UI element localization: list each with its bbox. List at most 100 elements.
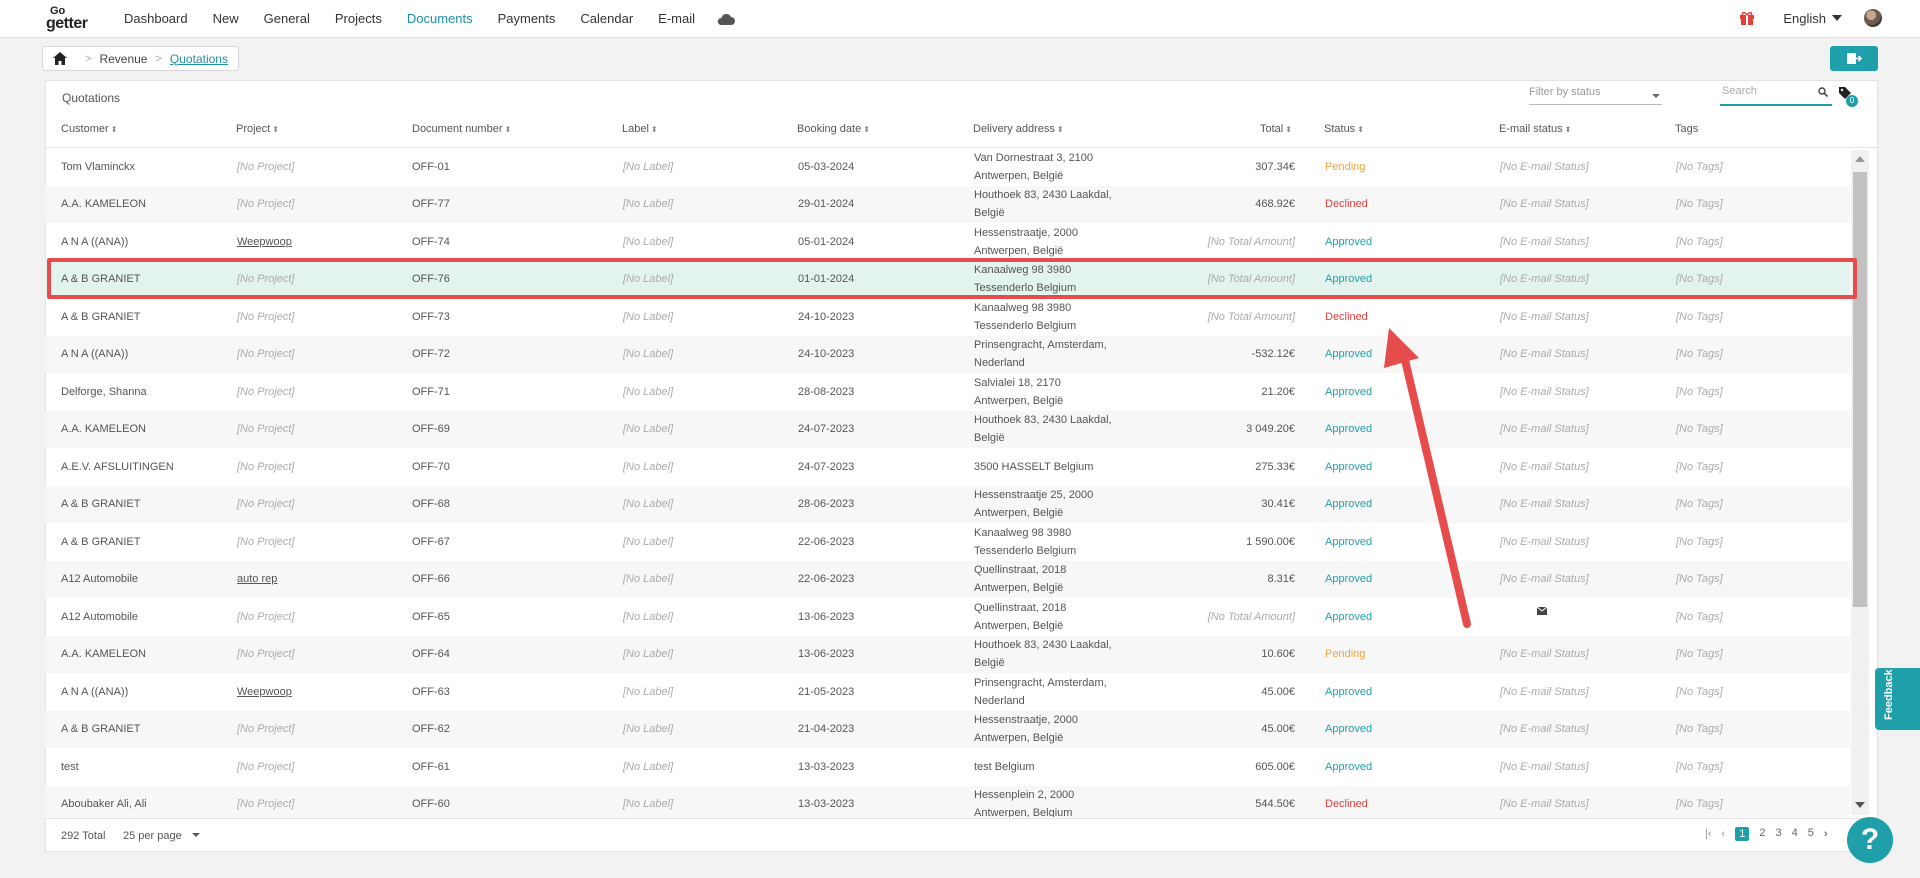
nav-item-calendar[interactable]: Calendar <box>580 11 633 26</box>
page-number[interactable]: 3 <box>1775 827 1781 841</box>
customer-value: A.A. KAMELEON <box>61 648 146 661</box>
column-header-project[interactable]: Project ⬍ <box>236 123 279 135</box>
project-link[interactable]: auto rep <box>237 573 277 585</box>
table-row[interactable]: A & B GRANIET [No Project] OFF-67 [No Label… <box>45 523 1850 561</box>
column-header-tags[interactable]: Tags <box>1675 123 1698 135</box>
tags-value: [No Tags] <box>1676 648 1723 661</box>
cell-total: 45.00€ <box>1165 673 1295 711</box>
new-document-button[interactable] <box>1830 46 1878 71</box>
delivery-address-line: Hessenstraatje 25, 2000 <box>974 489 1094 502</box>
table-row[interactable]: Aboubaker Ali, Ali [No Project] OFF-60 [No … <box>45 785 1850 818</box>
nav-item-payments[interactable]: Payments <box>498 11 556 26</box>
nav-item-dashboard[interactable]: Dashboard <box>124 11 188 26</box>
total-value: 3 049.20€ <box>1246 423 1295 436</box>
cell-docnum: OFF-71 <box>412 373 612 411</box>
status-value: Approved <box>1325 610 1373 623</box>
language-selector[interactable]: English <box>1783 11 1842 26</box>
table-row[interactable]: A.A. KAMELEON [No Project] OFF-77 [No Label… <box>45 185 1850 224</box>
page-number[interactable]: 2 <box>1759 827 1765 841</box>
next-page-icon[interactable]: › <box>1824 828 1828 840</box>
nav-item-documents[interactable]: Documents <box>407 11 473 26</box>
cell-tags: [No Tags] <box>1676 486 1826 524</box>
scroll-up-icon[interactable] <box>1855 156 1865 162</box>
cell-customer: A N A ((ANA)) <box>61 223 231 261</box>
user-avatar[interactable] <box>1864 9 1882 27</box>
table-row[interactable]: A & B GRANIET [No Project] OFF-73 [No Label… <box>45 298 1850 336</box>
column-header-email-status[interactable]: E-mail status ⬍ <box>1499 123 1571 135</box>
cell-project: [No Project] <box>237 336 407 374</box>
table-row[interactable]: A N A ((ANA)) Weepwoop OFF-63 [No Label] 21-… <box>45 673 1850 711</box>
table-row[interactable]: A12 Automobile auto rep OFF-66 [No Label] 22… <box>45 560 1850 599</box>
page-number[interactable]: 5 <box>1808 827 1814 841</box>
vertical-scrollbar[interactable] <box>1851 150 1869 815</box>
page-number[interactable]: 1 <box>1735 827 1750 841</box>
project-link[interactable]: Weepwoop <box>237 236 292 248</box>
column-header-customer[interactable]: Customer ⬍ <box>61 123 117 135</box>
table-row[interactable]: A & B GRANIET [No Project] OFF-68 [No Label… <box>45 485 1850 524</box>
gogetter-logo[interactable]: Go getter <box>42 4 102 34</box>
column-header-total[interactable]: Total ⬍ <box>1260 123 1292 135</box>
column-header-delivery-address[interactable]: Delivery address ⬍ <box>973 123 1064 135</box>
cell-total: 10.60€ <box>1165 636 1295 674</box>
feedback-tab[interactable]: Feedback <box>1875 668 1920 730</box>
language-label: English <box>1783 10 1826 26</box>
column-header-booking-date[interactable]: Booking date ⬍ <box>797 123 870 135</box>
table-row[interactable]: A.E.V. AFSLUITINGEN [No Project] OFF-70 [No… <box>45 448 1850 486</box>
status-filter-select[interactable]: Filter by status <box>1529 86 1662 105</box>
nav-item-general[interactable]: General <box>264 11 310 26</box>
nav-item-projects[interactable]: Projects <box>335 11 382 26</box>
project-value: [No Project] <box>237 723 295 736</box>
delivery-address-line: België <box>974 657 1005 670</box>
envelope-icon[interactable] <box>1537 607 1547 615</box>
tags-filter-button[interactable]: 0 <box>1838 86 1858 107</box>
gift-icon[interactable] <box>1739 10 1755 26</box>
search-icon[interactable] <box>1818 87 1828 97</box>
cell-addr: Hessenstraatje, 2000 Antwerpen, België <box>974 711 1174 749</box>
project-link[interactable]: Weepwoop <box>237 686 292 698</box>
nav-item-new[interactable]: New <box>213 11 239 26</box>
column-header-status[interactable]: Status ⬍ <box>1324 123 1364 135</box>
table-row[interactable]: A N A ((ANA)) Weepwoop OFF-74 [No Label] 05-… <box>45 223 1850 261</box>
column-header-label[interactable]: Label ⬍ <box>622 123 658 135</box>
cell-docnum: OFF-68 <box>412 486 612 524</box>
delivery-address-line: Houthoek 83, 2430 Laakdal, <box>974 189 1112 202</box>
table-row[interactable]: test [No Project] OFF-61 [No Label] 13-03-20… <box>45 748 1850 786</box>
table-row[interactable]: Tom Vlaminckx [No Project] OFF-01 [No Label… <box>45 148 1850 186</box>
delivery-address-line: Tessenderlo Belgium <box>974 544 1077 557</box>
total-value: [No Total Amount] <box>1207 310 1295 323</box>
cell-date: 28-08-2023 <box>798 373 968 411</box>
table-row[interactable]: A & B GRANIET [No Project] OFF-62 [No Label… <box>45 710 1850 749</box>
table-row[interactable]: A N A ((ANA)) [No Project] OFF-72 [No Label… <box>45 335 1850 374</box>
cell-docnum: OFF-62 <box>412 711 612 749</box>
previous-page-icon[interactable]: ‹ <box>1722 828 1726 840</box>
table-row[interactable]: A.A. KAMELEON [No Project] OFF-64 [No Label… <box>45 635 1850 674</box>
delivery-address-line: Antwerpen, België <box>974 169 1064 182</box>
per-page-label: 25 per page <box>123 830 182 842</box>
cloud-icon[interactable] <box>716 12 736 26</box>
label-value: [No Label] <box>623 160 674 173</box>
nav-item-e-mail[interactable]: E-mail <box>658 11 695 26</box>
cell-customer: A.A. KAMELEON <box>61 186 231 224</box>
breadcrumb-revenue[interactable]: Revenue <box>99 52 147 66</box>
help-button[interactable]: ? <box>1847 817 1893 863</box>
search-input[interactable]: Search <box>1720 85 1832 106</box>
per-page-select[interactable]: 25 per page <box>123 830 200 842</box>
tag-count-badge: 0 <box>1846 95 1858 107</box>
home-icon[interactable] <box>53 52 67 65</box>
cell-total: 468.92€ <box>1165 186 1295 224</box>
email-value: [No E-mail Status] <box>1500 198 1589 211</box>
table-row[interactable]: A.A. KAMELEON [No Project] OFF-69 [No Label… <box>45 410 1850 448</box>
table-row[interactable]: A12 Automobile [No Project] OFF-65 [No Labe… <box>45 598 1850 636</box>
scroll-down-icon[interactable] <box>1855 802 1865 808</box>
cell-email: [No E-mail Status] <box>1500 561 1670 599</box>
cell-date: 24-07-2023 <box>798 448 968 486</box>
status-value: Pending <box>1325 648 1366 661</box>
column-header-document-number[interactable]: Document number ⬍ <box>412 123 511 135</box>
first-page-icon[interactable]: |‹ <box>1705 828 1712 840</box>
breadcrumb-quotations[interactable]: Quotations <box>170 52 228 66</box>
label-value: [No Label] <box>623 423 674 436</box>
page-number[interactable]: 4 <box>1792 827 1798 841</box>
table-row[interactable]: Delforge, Shanna [No Project] OFF-71 [No La… <box>45 373 1850 411</box>
scrollbar-thumb[interactable] <box>1853 172 1867 607</box>
cell-total: 544.50€ <box>1165 786 1295 818</box>
